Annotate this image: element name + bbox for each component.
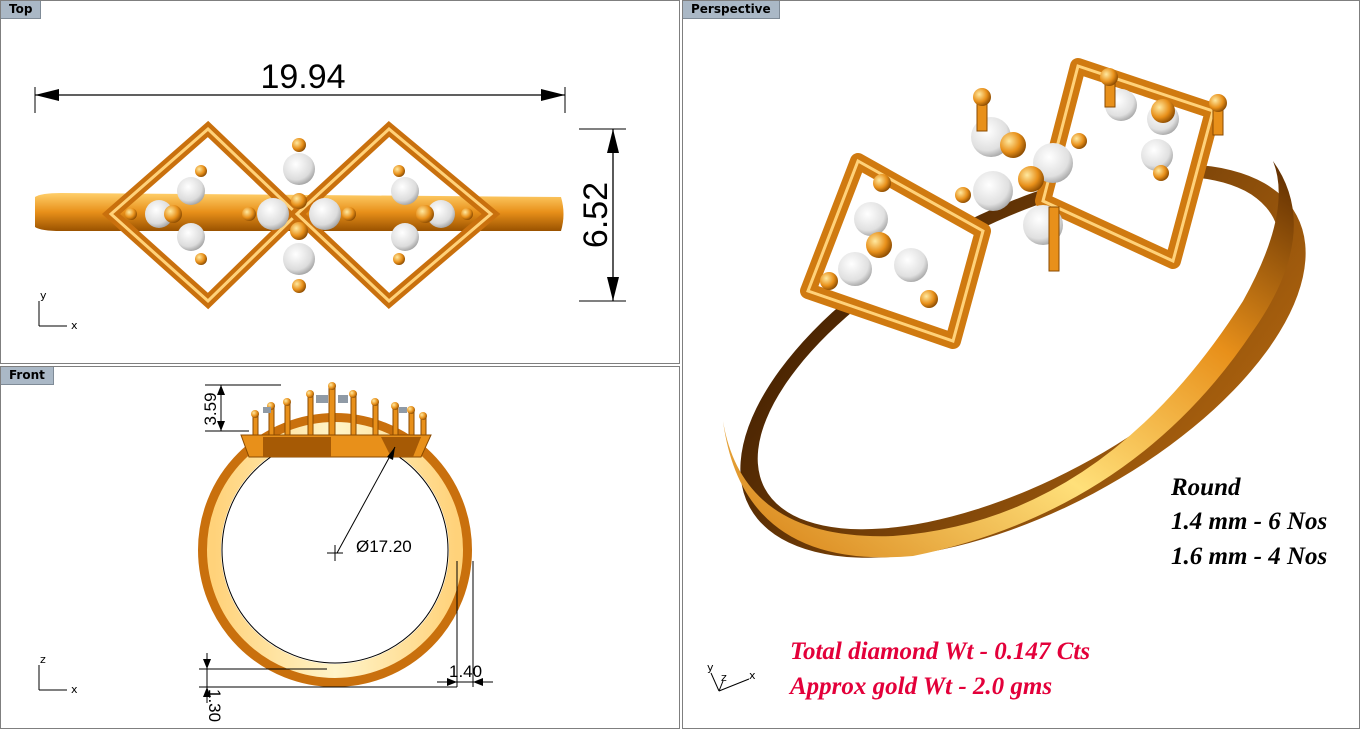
dim-thickness: 1.30: [205, 689, 224, 722]
front-viewport[interactable]: Front 3.59 Ø17.20 1.30 1.40 z x: [0, 366, 680, 729]
stone: [391, 177, 419, 205]
axis-indicator: y x: [38, 289, 78, 332]
axis-indicator: z x: [38, 653, 78, 696]
dim-diameter: Ø17.20: [356, 537, 412, 556]
stone: [283, 243, 315, 275]
dim-height: 6.52: [577, 182, 615, 248]
top-viewport[interactable]: Top 19.94 6.52 y x: [0, 0, 680, 364]
stone: [177, 177, 205, 205]
svg-text:x: x: [71, 683, 78, 696]
spec-line-1: 1.4 mm - 6 Nos: [1171, 508, 1328, 535]
spec-line-2: 1.6 mm - 4 Nos: [1171, 543, 1328, 570]
svg-text:y: y: [40, 289, 47, 302]
total-diamond-weight: Total diamond Wt - 0.147 Cts: [790, 638, 1091, 665]
dim-width: 19.94: [260, 58, 345, 96]
front-view-drawing: 3.59 Ø17.20 1.30 1.40 z x: [38, 382, 493, 722]
dim-width: 1.40: [449, 662, 482, 681]
stone: [283, 153, 315, 185]
stone: [309, 198, 341, 230]
perspective-view-drawing: y z x: [707, 58, 1306, 692]
stone: [257, 198, 289, 230]
stone: [177, 223, 205, 251]
dim-setting-height: 3.59: [201, 392, 220, 425]
svg-text:y: y: [707, 661, 714, 674]
svg-text:x: x: [71, 319, 78, 332]
perspective-viewport[interactable]: Perspective y z x Round 1.4 mm - 6 Nos 1…: [682, 0, 1360, 729]
top-view-drawing: 19.94 6.52 y x: [34, 58, 626, 332]
svg-text:x: x: [749, 669, 756, 682]
axis-indicator: y z x: [707, 661, 756, 692]
svg-text:z: z: [721, 671, 727, 684]
stone: [391, 223, 419, 251]
approx-gold-weight: Approx gold Wt - 2.0 gms: [790, 673, 1053, 700]
spec-title: Round: [1171, 474, 1241, 501]
svg-text:z: z: [40, 653, 46, 666]
